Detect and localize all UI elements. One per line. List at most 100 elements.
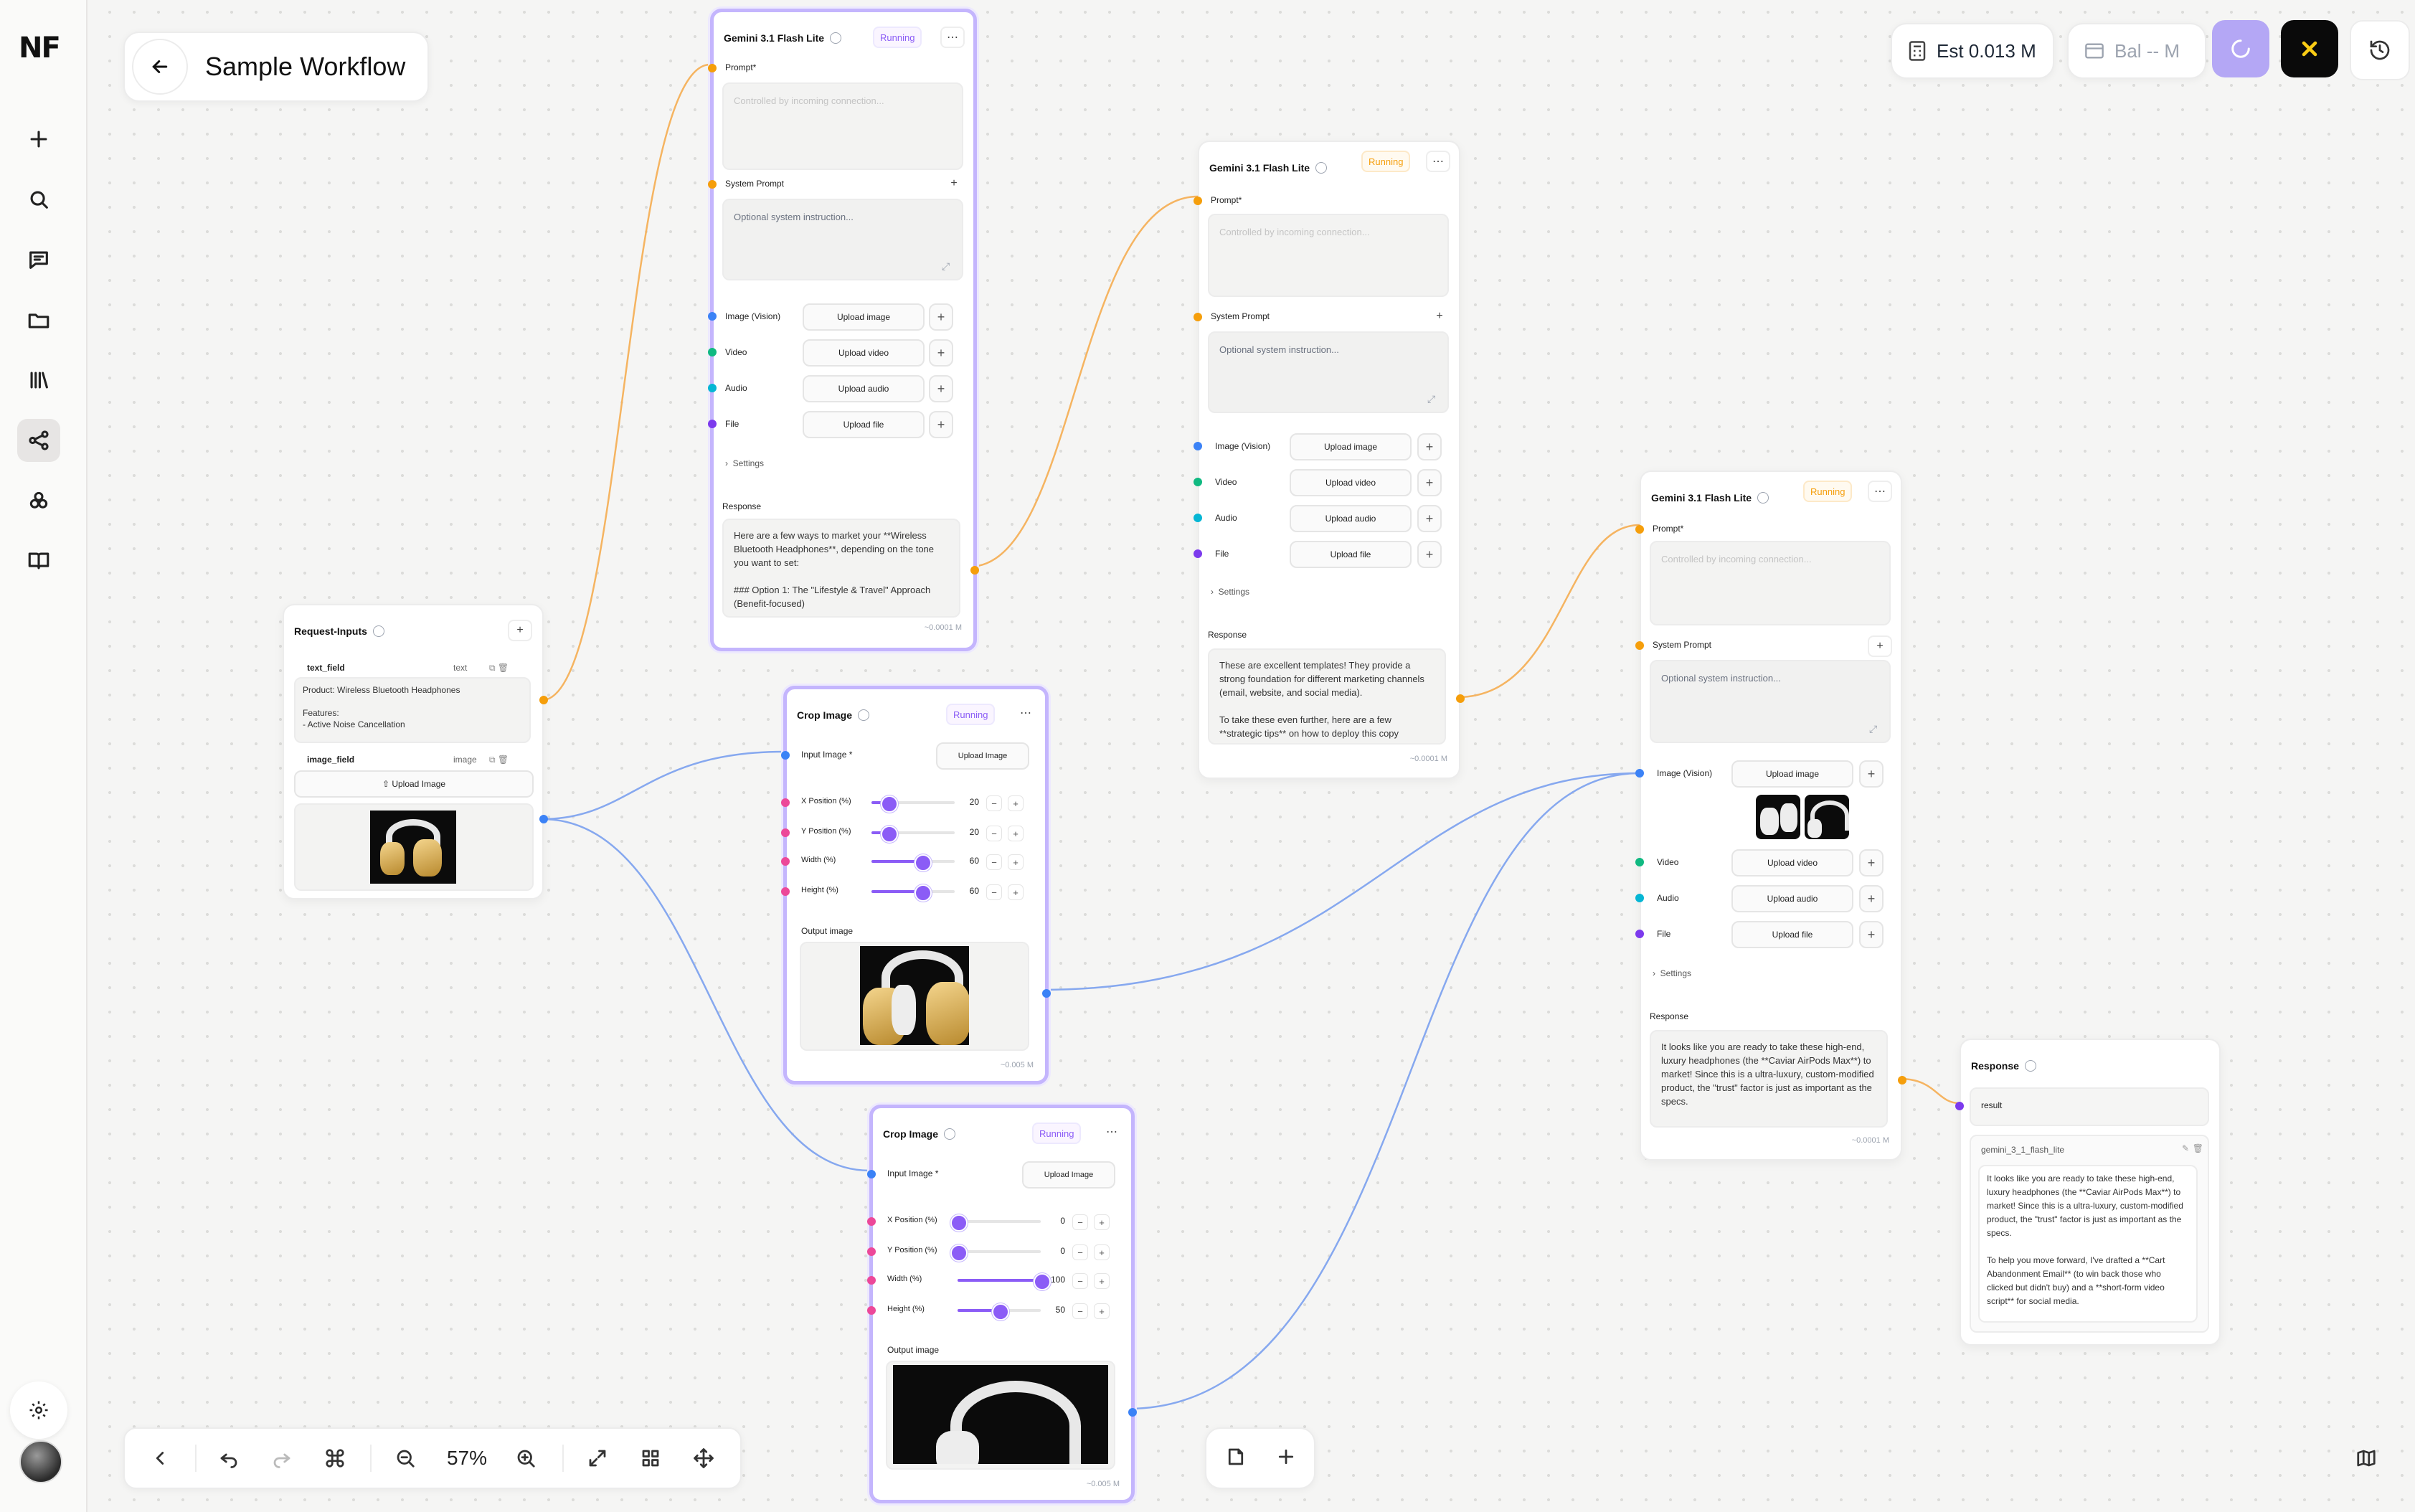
edit-icon[interactable]: ✎	[2182, 1143, 2189, 1153]
crop-image-node-1[interactable]: Crop Image Running ⋯ Input Image * Uploa…	[781, 686, 1051, 1085]
add-file-icon[interactable]: +	[1417, 541, 1442, 568]
running-spinner-button[interactable]	[2212, 20, 2269, 77]
increment-icon[interactable]: +	[1008, 884, 1024, 900]
prompt-port[interactable]	[708, 64, 717, 72]
more-icon[interactable]: ⋯	[940, 27, 965, 48]
more-icon[interactable]: ⋯	[1426, 151, 1450, 172]
image-port[interactable]	[1194, 442, 1202, 450]
upload-audio-button[interactable]: Upload audio	[1290, 505, 1412, 532]
video-port[interactable]	[1194, 478, 1202, 486]
zoom-level[interactable]: 57%	[442, 1445, 492, 1472]
text-field-input[interactable]: Product: Wireless Bluetooth Headphones F…	[294, 677, 531, 743]
decrement-icon[interactable]: −	[986, 854, 1002, 870]
audio-port[interactable]	[708, 384, 717, 392]
library-icon[interactable]	[17, 359, 60, 402]
add-video-icon[interactable]: +	[929, 339, 953, 367]
result-port[interactable]	[1955, 1102, 1964, 1110]
response-output-port[interactable]	[1898, 1076, 1906, 1085]
add-audio-icon[interactable]: +	[1859, 885, 1884, 912]
system-prompt-input[interactable]: Optional system instruction... ⤢	[722, 199, 963, 280]
history-button[interactable]	[2350, 20, 2410, 80]
y-slider[interactable]	[871, 826, 955, 843]
height-value[interactable]: 50	[1042, 1302, 1065, 1318]
input-image-port[interactable]	[781, 751, 790, 760]
x-port[interactable]	[781, 798, 790, 807]
add-icon[interactable]: +	[943, 174, 965, 193]
image-output-port[interactable]	[539, 815, 548, 823]
system-prompt-port[interactable]	[1194, 313, 1202, 321]
upload-image-button[interactable]: Upload image	[803, 303, 925, 331]
estimate-pill[interactable]: Est 0.013 M	[1891, 23, 2054, 79]
y-value[interactable]: 0	[1042, 1243, 1065, 1259]
gemini-node-3[interactable]: Gemini 3.1 Flash Lite Running ⋯ Prompt* …	[1635, 471, 1906, 1161]
width-port[interactable]	[781, 857, 790, 866]
vision-thumbnail-2[interactable]	[1805, 795, 1849, 839]
audio-port[interactable]	[1194, 514, 1202, 522]
response-output-port[interactable]	[1456, 694, 1465, 703]
width-slider[interactable]	[958, 1273, 1051, 1290]
width-value[interactable]: 60	[956, 853, 979, 869]
increment-icon[interactable]: +	[1094, 1214, 1110, 1230]
balance-pill[interactable]: Bal -- M	[2067, 23, 2206, 79]
settings-toggle[interactable]: › Settings	[1653, 968, 1691, 978]
redo-icon[interactable]	[268, 1445, 296, 1472]
vision-thumbnail-1[interactable]	[1756, 795, 1800, 839]
video-port[interactable]	[1635, 858, 1644, 866]
more-icon[interactable]: ⋯	[1101, 1123, 1123, 1141]
file-port[interactable]	[708, 420, 717, 428]
x-slider[interactable]	[950, 1214, 1041, 1232]
upload-file-button[interactable]: Upload file	[803, 411, 925, 438]
pan-move-icon[interactable]	[690, 1445, 717, 1472]
response-output-port[interactable]	[970, 566, 979, 575]
add-file-icon[interactable]: +	[929, 411, 953, 438]
back-arrow-icon[interactable]	[132, 39, 188, 95]
text-output-port[interactable]	[539, 696, 548, 704]
system-prompt-input[interactable]: Optional system instruction... ⤢	[1650, 660, 1891, 743]
increment-icon[interactable]: +	[1094, 1244, 1110, 1260]
video-port[interactable]	[708, 348, 717, 356]
request-inputs-node[interactable]: Request-Inputs + text_field text ⧉ 🗑 Pro…	[283, 604, 548, 899]
height-value[interactable]: 60	[956, 883, 979, 899]
add-icon[interactable]: +	[1429, 307, 1450, 326]
prompt-port[interactable]	[1635, 525, 1644, 534]
height-slider[interactable]	[871, 884, 955, 902]
response-node[interactable]: Response result gemini_3_1_flash_lite ✎ …	[1955, 1039, 2221, 1346]
trash-icon[interactable]: 🗑	[2193, 1143, 2203, 1153]
upload-file-button[interactable]: Upload file	[1731, 921, 1853, 948]
y-value[interactable]: 20	[956, 824, 979, 840]
add-node-icon[interactable]	[1272, 1443, 1300, 1470]
delete-icon[interactable]: ⧉ 🗑	[489, 755, 509, 765]
width-slider[interactable]	[871, 854, 955, 871]
settings-toggle[interactable]: › Settings	[1211, 587, 1249, 597]
upload-image-button[interactable]: Upload image	[1290, 433, 1412, 460]
upload-image-button[interactable]: Upload Image	[936, 742, 1029, 770]
gemini-node-2[interactable]: Gemini 3.1 Flash Lite Running ⋯ Prompt* …	[1194, 141, 1465, 779]
increment-icon[interactable]: +	[1008, 826, 1024, 841]
more-icon[interactable]: ⋯	[1015, 704, 1036, 722]
note-icon[interactable]	[1222, 1443, 1249, 1470]
upload-image-button[interactable]: ⇧ Upload Image	[294, 770, 534, 798]
prompt-input[interactable]: Controlled by incoming connection...	[722, 82, 963, 170]
add-audio-icon[interactable]: +	[929, 375, 953, 402]
audio-port[interactable]	[1635, 894, 1644, 902]
decrement-icon[interactable]: −	[986, 795, 1002, 811]
x-value[interactable]: 0	[1042, 1213, 1065, 1229]
output-port[interactable]	[1128, 1408, 1137, 1417]
y-slider[interactable]	[950, 1244, 1041, 1262]
gemini-node-1[interactable]: Gemini 3.1 Flash Lite Running ⋯ Prompt* …	[708, 9, 979, 651]
add-audio-icon[interactable]: +	[1417, 505, 1442, 532]
upload-video-button[interactable]: Upload video	[1731, 849, 1853, 877]
prompt-input[interactable]: Controlled by incoming connection...	[1650, 541, 1891, 625]
upload-file-button[interactable]: Upload file	[1290, 541, 1412, 568]
workflow-icon[interactable]	[17, 419, 60, 462]
add-video-icon[interactable]: +	[1417, 469, 1442, 496]
settings-toggle[interactable]: › Settings	[725, 458, 764, 468]
docs-icon[interactable]	[17, 539, 60, 582]
models-icon[interactable]	[17, 479, 60, 522]
system-prompt-input[interactable]: Optional system instruction... ⤢	[1208, 331, 1449, 413]
add-file-icon[interactable]: +	[1859, 921, 1884, 948]
height-port[interactable]	[867, 1306, 876, 1315]
decrement-icon[interactable]: −	[986, 884, 1002, 900]
add-field-icon[interactable]: +	[508, 620, 532, 641]
x-value[interactable]: 20	[956, 794, 979, 810]
